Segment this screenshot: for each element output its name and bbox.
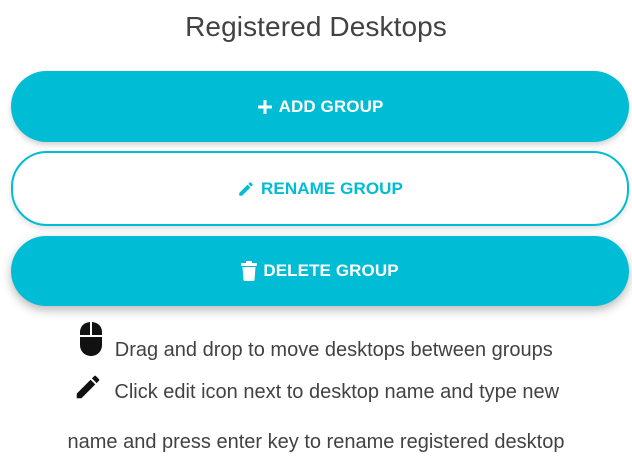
- add-group-label: ADD GROUP: [278, 96, 384, 116]
- add-group-button[interactable]: ADD GROUP: [11, 71, 629, 142]
- pencil-icon: [73, 375, 103, 417]
- pencil-icon: [237, 180, 255, 198]
- trash-icon: [241, 261, 258, 281]
- page-title: Registered Desktops: [185, 11, 447, 42]
- delete-group-label: DELETE GROUP: [263, 261, 399, 280]
- rename-desktop-hint-line2: name and press enter key to rename regis…: [67, 431, 565, 453]
- rename-group-button[interactable]: RENAME GROUP: [11, 151, 629, 226]
- rename-group-label: RENAME GROUP: [261, 178, 403, 198]
- rename-desktop-hint: Click edit icon next to desktop name and…: [0, 375, 632, 457]
- delete-group-button[interactable]: DELETE GROUP: [11, 236, 629, 306]
- drag-drop-hint: Drag and drop to move desktops between g…: [0, 322, 632, 365]
- rename-desktop-hint-line1: Click edit icon next to desktop name and…: [114, 381, 560, 403]
- mouse-icon: [79, 322, 103, 365]
- plus-icon: [257, 99, 273, 115]
- drag-drop-hint-text: Drag and drop to move desktops between g…: [114, 339, 553, 361]
